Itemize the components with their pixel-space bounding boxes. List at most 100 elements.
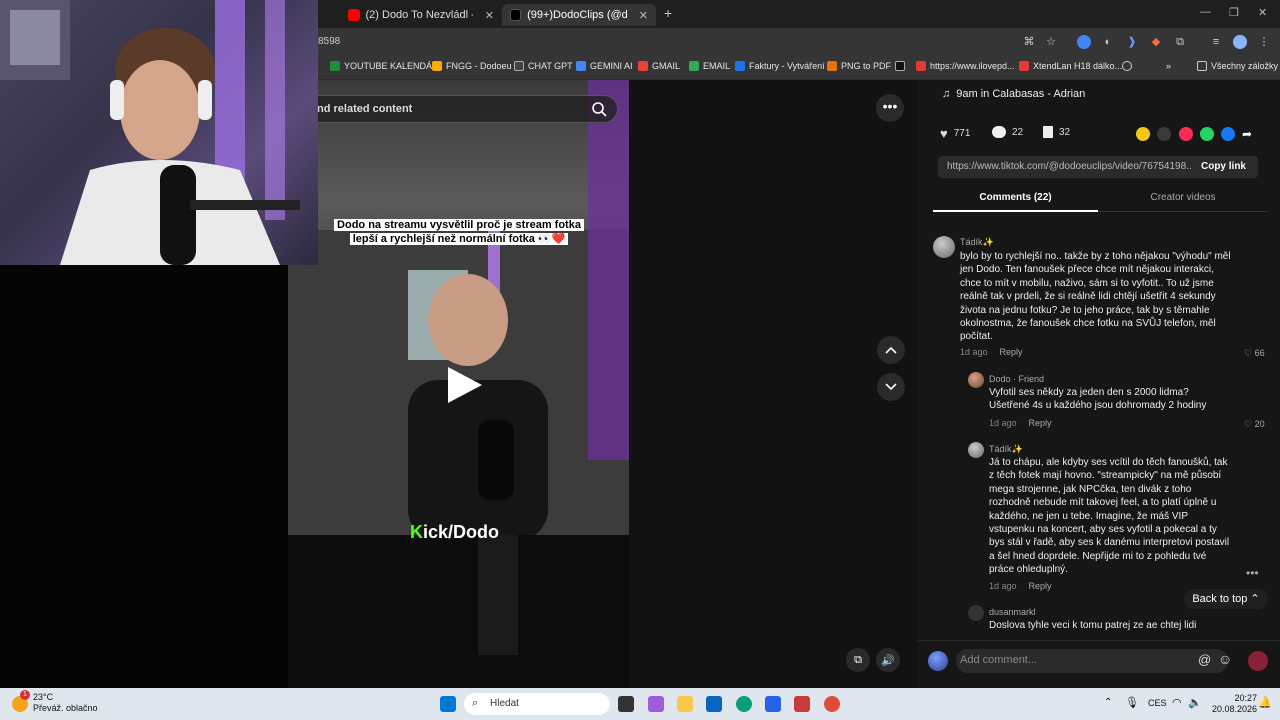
bookmark-item[interactable]: GMAIL — [638, 61, 680, 71]
comment-author[interactable]: Dodo · Friend — [989, 374, 1044, 384]
bookmark-item[interactable]: https://www.ilovepd... — [916, 61, 1015, 71]
chrome-icon[interactable] — [824, 696, 840, 712]
notification-icon[interactable]: 🔔 — [1258, 696, 1272, 709]
video-url[interactable]: https://www.tiktok.com/@dodoeuclips/vide… — [947, 161, 1192, 172]
music-info[interactable]: ♫ 9am in Calabasas - Adrian — [942, 88, 1085, 100]
comment-like[interactable]: ♡ 20 — [1244, 419, 1265, 430]
extension-icon[interactable]: ◆ — [1149, 35, 1163, 49]
windows-start-icon[interactable] — [440, 696, 456, 712]
search-icon: ⌕ — [472, 697, 479, 709]
wifi-icon[interactable]: ◠ — [1172, 696, 1182, 709]
send-icon[interactable] — [1179, 127, 1193, 141]
app-icon[interactable] — [794, 696, 810, 712]
copy-link-button[interactable]: Copy link — [1201, 161, 1246, 172]
restore-icon[interactable]: ❐ — [1229, 6, 1239, 19]
language-indicator[interactable]: CES — [1148, 698, 1167, 708]
file-explorer-icon[interactable] — [677, 696, 693, 712]
tab-comments[interactable]: Comments (22) — [933, 186, 1098, 212]
bookmark-item[interactable]: GEMINI AI — [576, 61, 633, 71]
mention-icon[interactable]: @ — [1198, 652, 1211, 667]
share-icon[interactable] — [1136, 127, 1150, 141]
minimize-icon[interactable]: — — [1200, 6, 1211, 18]
microphone-icon[interactable]: 🎙 — [1125, 696, 1139, 709]
comment-author[interactable]: dusanmarkl — [989, 607, 1036, 617]
bookmark-item[interactable] — [895, 61, 905, 71]
like-count[interactable]: ♥ 771 — [940, 126, 970, 141]
bookmark-item[interactable] — [1122, 61, 1132, 71]
extension-icon[interactable]: ❱ — [1125, 35, 1139, 49]
extension-icon[interactable] — [1077, 35, 1091, 49]
store-icon[interactable] — [765, 696, 781, 712]
save-count[interactable]: 32 — [1043, 126, 1070, 138]
video-caption: Dodo na streamu vysvětlil proč je stream… — [334, 218, 584, 246]
tab-creator-videos[interactable]: Creator videos — [1098, 186, 1268, 203]
copilot-icon[interactable] — [648, 696, 664, 712]
comment-input[interactable]: Add comment... — [956, 649, 1228, 673]
bookmark-icon — [735, 61, 745, 71]
avatar[interactable] — [933, 236, 955, 258]
puzzle-icon[interactable]: ⧉ — [1173, 35, 1187, 49]
back-to-top-button[interactable]: Back to top ⌃ — [1184, 589, 1268, 609]
more-options-icon[interactable]: ••• — [876, 94, 904, 122]
previous-video-button[interactable] — [877, 336, 905, 364]
pip-button[interactable]: ⧉ — [846, 648, 870, 672]
all-bookmarks[interactable]: Všechny záložky — [1197, 61, 1278, 71]
taskbar-search[interactable]: ⌕ Hledat — [464, 693, 610, 715]
next-video-button[interactable] — [877, 373, 905, 401]
close-window-icon[interactable]: ✕ — [1258, 6, 1267, 19]
comments-tabs: Comments (22) Creator videos — [933, 186, 1268, 212]
menu-icon[interactable]: ⋮ — [1257, 35, 1271, 49]
share-arrow-icon[interactable]: ➦ — [1242, 127, 1256, 141]
bookmark-item[interactable]: PNG to PDF — [827, 61, 891, 71]
volume-button[interactable]: 🔊 — [876, 648, 900, 672]
heart-outline-icon: ♡ — [1244, 419, 1255, 429]
outlook-icon[interactable] — [706, 696, 722, 712]
bookmark-star-icon[interactable]: ☆ — [1044, 35, 1058, 49]
task-view-icon[interactable] — [618, 696, 634, 712]
whatsapp-icon[interactable] — [1200, 127, 1214, 141]
comment-author[interactable]: Tádík✨ — [989, 444, 1023, 455]
more-options-icon[interactable]: ••• — [1246, 566, 1259, 580]
avatar[interactable] — [968, 605, 984, 621]
bookmark-item[interactable]: CHAT GPT — [514, 61, 573, 71]
bookmark-item[interactable]: YOUTUBE KALENDÁŘ — [330, 61, 439, 71]
reply-button[interactable]: Reply — [1029, 418, 1052, 428]
reply-button[interactable]: Reply — [1000, 347, 1023, 357]
reply-button[interactable]: Reply — [1029, 581, 1052, 591]
bookmark-item[interactable]: FNGG - Dodoeu — [432, 61, 512, 71]
search-icon[interactable] — [591, 101, 607, 117]
new-tab-icon[interactable]: + — [664, 5, 672, 21]
bookmark-item[interactable]: Faktury - Vytváření — [735, 61, 825, 71]
play-icon[interactable] — [444, 365, 484, 405]
edge-icon[interactable] — [736, 696, 752, 712]
avatar[interactable] — [968, 372, 984, 388]
profile-icon[interactable] — [1233, 35, 1247, 49]
extension-icon[interactable]: ◐ — [1101, 35, 1115, 49]
weather-widget[interactable]: 23°C Převáž. oblačno — [33, 692, 98, 714]
comment-text: Vyfotil ses někdy za jeden den s 2000 li… — [989, 387, 1207, 412]
translate-icon[interactable]: ⌘ — [1022, 35, 1036, 49]
comment-author[interactable]: Tádík✨ — [960, 237, 994, 248]
volume-icon[interactable]: 🔈 — [1188, 696, 1202, 709]
bookmark-item[interactable]: XtendLan H18 dálko... — [1019, 61, 1122, 71]
tray-expand-icon[interactable]: ⌃ — [1104, 697, 1112, 708]
close-tab-icon[interactable]: ✕ — [639, 9, 648, 22]
search-input[interactable]: nd related content — [300, 95, 618, 123]
close-tab-icon[interactable]: ✕ — [485, 9, 494, 22]
tab-youtube[interactable]: (2) Dodo To Nezvládl - YouTube ✕ — [340, 4, 502, 26]
bookmark-item[interactable]: EMAIL — [689, 61, 730, 71]
comment-count[interactable]: 22 — [992, 126, 1023, 138]
url-text[interactable]: 8598 — [318, 36, 340, 47]
folder-icon — [1197, 61, 1207, 71]
system-clock[interactable]: 20:27 20.08.2026 — [1212, 693, 1257, 715]
avatar[interactable] — [928, 651, 948, 671]
facebook-icon[interactable] — [1221, 127, 1235, 141]
embed-icon[interactable] — [1157, 127, 1171, 141]
comment-like[interactable]: ♡ 66 — [1244, 348, 1265, 359]
more-bookmarks-icon[interactable]: » — [1166, 61, 1171, 71]
avatar[interactable] — [968, 442, 984, 458]
send-comment-icon[interactable] — [1248, 651, 1268, 671]
media-icon[interactable]: ≡ — [1209, 35, 1223, 49]
emoji-icon[interactable]: ☺ — [1218, 651, 1232, 667]
tab-tiktok[interactable]: (99+)DodoClips (@dodoeuclips ✕ — [502, 4, 656, 26]
